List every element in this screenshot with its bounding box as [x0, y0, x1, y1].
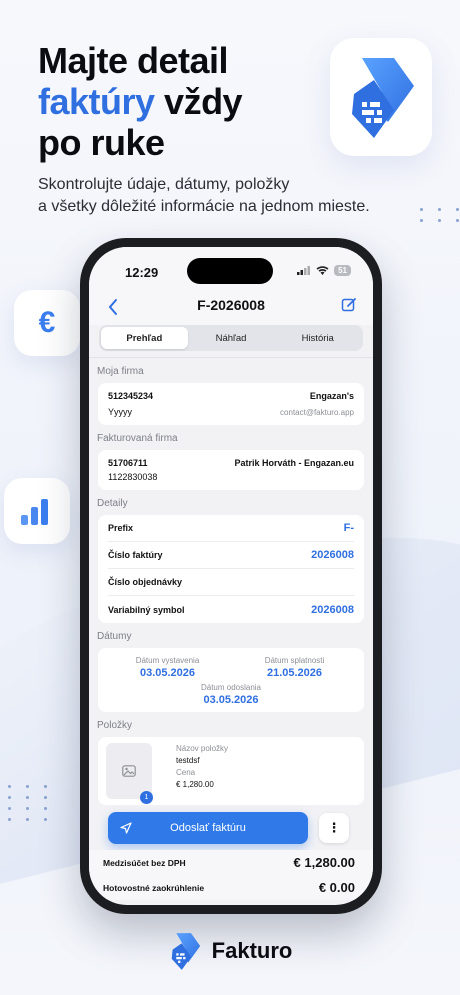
item-name-label: Názov položky — [176, 744, 229, 753]
detail-value: F- — [343, 522, 354, 534]
send-invoice-button[interactable]: Odoslať faktúru — [108, 812, 308, 844]
detail-label: Prefix — [108, 523, 134, 533]
item-price: € 1,280.00 — [176, 780, 214, 789]
total-row-rounding: Hotovostné zaokrúhlenie € 0.00 — [89, 875, 373, 900]
tab-nahlad[interactable]: Náhľad — [188, 327, 275, 349]
my-company-email: contact@fakturo.app — [280, 407, 354, 417]
date-issued-label: Dátum vystavenia — [135, 656, 200, 665]
detail-row-prefix[interactable]: Prefix F- — [108, 515, 354, 542]
subtitle-line-1: Skontrolujte údaje, dátumy, položky — [38, 176, 290, 193]
my-company-card[interactable]: 512345234 Engazan's Yyyyy contact@faktur… — [98, 383, 364, 425]
euro-icon: € — [38, 306, 56, 339]
item-count-badge: 1 — [140, 791, 153, 804]
decorative-dots-right — [420, 208, 460, 222]
item-name: testdsf — [176, 756, 200, 765]
section-billed-company: Fakturovaná firma — [97, 433, 178, 444]
headline-line-2-rest: vždy — [154, 81, 243, 122]
fakturo-logo-tile — [330, 38, 432, 156]
signal-icon — [297, 266, 311, 275]
tab-historia[interactable]: História — [274, 327, 361, 349]
billed-company-sub: 1122830038 — [108, 472, 158, 482]
date-due-value: 21.05.2026 — [266, 667, 323, 679]
dynamic-island — [187, 258, 273, 284]
detail-label: Variabilný symbol — [108, 604, 185, 615]
item-card[interactable]: 1 Názov položky testdsf Cena € 1,280.00 — [98, 737, 364, 805]
totals-panel: Medzisúčet bez DPH € 1,280.00 Hotovostné… — [89, 850, 373, 900]
billed-company-card[interactable]: 51706711 Patrik Horváth - Engazan.eu 112… — [98, 450, 364, 490]
tab-prehlad[interactable]: Prehľad — [101, 327, 188, 349]
billed-company-name: Patrik Horváth - Engazan.eu — [234, 458, 354, 468]
section-my-company: Moja firma — [97, 366, 144, 377]
brand-footer: Fakturo — [0, 930, 460, 972]
phone-frame: 12:29 51 F-2026008 Prehľad Náhľad Histór… — [80, 238, 382, 914]
phone-screen: 12:29 51 F-2026008 Prehľad Náhľad Histór… — [89, 247, 373, 905]
my-company-sub: Yyyyy — [108, 407, 133, 417]
section-dates: Dátumy — [97, 631, 132, 642]
brand-name: Fakturo — [211, 938, 293, 963]
headline-line-1: Majte detail — [38, 40, 229, 81]
fakturo-logo-icon — [352, 58, 414, 138]
status-icons: 51 — [297, 265, 351, 276]
detail-label: Číslo faktúry — [108, 550, 163, 560]
edit-icon[interactable] — [341, 297, 357, 313]
subtitle-line-2: a všetky dôležité informácie na jednom m… — [38, 198, 370, 215]
image-placeholder-icon — [122, 765, 136, 777]
date-issued: Dátum vystavenia 03.05.2026 — [104, 656, 231, 679]
tab-segment: Prehľad Náhľad História — [99, 325, 363, 351]
send-icon — [120, 822, 132, 834]
headline-accent: faktúry — [38, 81, 155, 122]
hero-headline: Majte detail faktúry vždy po ruke — [38, 40, 243, 163]
item-text: Názov položky testdsf Cena € 1,280.00 — [176, 743, 228, 791]
status-time: 12:29 — [125, 265, 159, 280]
chart-icon — [21, 499, 48, 525]
billed-company-id: 51706711 — [108, 458, 148, 468]
date-sent: Dátum odoslania 03.05.2026 — [104, 683, 358, 706]
fakturo-brand-icon — [171, 933, 200, 970]
item-price-label: Cena — [176, 768, 196, 777]
detail-value: 2026008 — [311, 603, 354, 616]
euro-tile: € — [14, 290, 80, 356]
total-value: € 1,280.00 — [293, 855, 355, 870]
section-items: Položky — [97, 720, 133, 731]
my-company-name: Engazan's — [309, 391, 354, 401]
total-row-subtotal: Medzisúčet bez DPH € 1,280.00 — [89, 850, 373, 875]
headline-line-2: faktúry vždy — [38, 81, 243, 122]
invoice-title: F-2026008 — [197, 297, 265, 313]
details-card: Prefix F- Číslo faktúry 2026008 Číslo ob… — [98, 515, 364, 623]
status-bar: 12:29 51 — [89, 247, 373, 289]
dates-card[interactable]: Dátum vystavenia 03.05.2026 Dátum splatn… — [98, 648, 364, 712]
detail-label: Číslo objednávky — [108, 577, 183, 587]
section-details: Detaily — [97, 498, 128, 509]
detail-row-variable-symbol[interactable]: Variabilný symbol 2026008 — [108, 596, 354, 623]
chart-tile — [4, 478, 70, 544]
detail-row-invoice-number[interactable]: Číslo faktúry 2026008 — [108, 542, 354, 569]
battery-indicator: 51 — [334, 265, 351, 276]
total-value: € 0.00 — [318, 880, 355, 895]
date-due: Dátum splatnosti 21.05.2026 — [231, 656, 358, 679]
date-issued-value: 03.05.2026 — [139, 667, 196, 679]
total-label: Medzisúčet bez DPH — [103, 857, 186, 868]
my-company-id: 512345234 — [108, 391, 154, 401]
headline-line-3: po ruke — [38, 122, 165, 163]
hero-subtitle: Skontrolujte údaje, dátumy, položky a vš… — [38, 174, 398, 218]
date-sent-value: 03.05.2026 — [203, 694, 259, 706]
detail-value: 2026008 — [311, 549, 354, 561]
wifi-icon — [316, 266, 329, 275]
nav-bar: F-2026008 — [89, 289, 373, 325]
total-label: Hotovostné zaokrúhlenie — [103, 882, 205, 893]
date-sent-label: Dátum odoslania — [200, 683, 262, 692]
more-options-button[interactable]: ⋮ — [319, 813, 349, 843]
detail-row-order-number[interactable]: Číslo objednávky — [108, 569, 354, 596]
send-invoice-label: Odoslať faktúru — [170, 822, 246, 834]
date-due-label: Dátum splatnosti — [264, 656, 325, 665]
decorative-dots-left — [8, 785, 56, 821]
